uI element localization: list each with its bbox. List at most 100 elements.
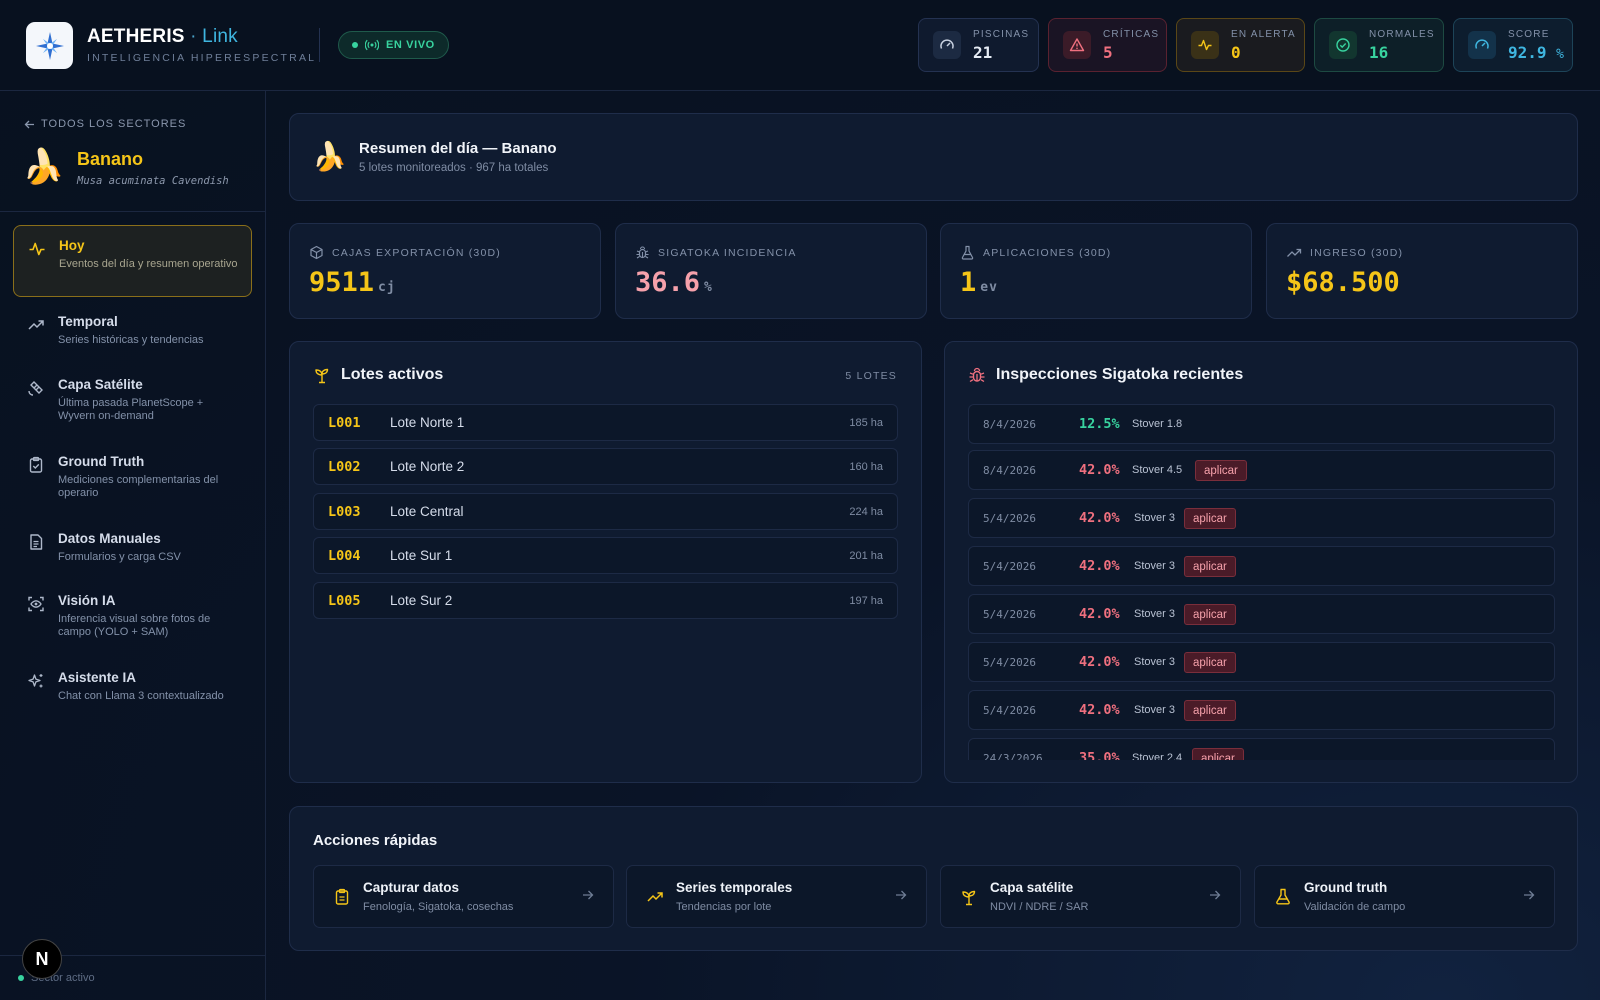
lot-row[interactable]: L005 Lote Sur 2 197 ha: [313, 582, 898, 619]
action-capturar-datos[interactable]: Capturar datos Fenología, Sigatoka, cose…: [313, 865, 614, 928]
lot-id: L005: [328, 593, 361, 609]
flask-icon: [961, 245, 974, 260]
nav-item-capa-satelite[interactable]: Capa Satélite Última pasada PlanetScope …: [13, 365, 252, 437]
activity-icon: [1191, 31, 1219, 59]
stat-value: 21: [973, 42, 993, 62]
lot-name: Lote Sur 2: [390, 593, 453, 608]
status-dot: [18, 975, 24, 981]
banana-icon: 🍌: [312, 141, 347, 172]
inspection-row[interactable]: 5/4/2026 42.0% Stover 3 aplicar: [968, 546, 1555, 586]
stat-piscinas[interactable]: PISCINAS 21: [918, 18, 1039, 72]
trend-up-icon: [1287, 248, 1302, 257]
inspection-stover: Stover 3: [1134, 608, 1175, 620]
kpi-value: $68.500: [1286, 267, 1400, 298]
inspection-row[interactable]: 5/4/2026 42.0% Stover 3 aplicar: [968, 498, 1555, 538]
stat-normales[interactable]: NORMALES 16: [1314, 18, 1444, 72]
lot-row[interactable]: L003 Lote Central 224 ha: [313, 493, 898, 530]
kpi-label: APLICACIONES (30D): [960, 245, 1111, 260]
inspection-row[interactable]: 5/4/2026 42.0% Stover 3 aplicar: [968, 642, 1555, 682]
apply-badge: aplicar: [1184, 508, 1236, 529]
nav-title: Hoy: [59, 238, 85, 253]
lot-area: 160 ha: [849, 461, 883, 473]
nav-title: Capa Satélite: [58, 377, 143, 392]
nav-item-hoy[interactable]: Hoy Eventos del día y resumen operativo: [13, 225, 252, 297]
nav-item-datos-manuales[interactable]: Datos Manuales Formularios y carga CSV: [13, 519, 252, 577]
day-summary-card: 🍌 Resumen del día — Banano 5 lotes monit…: [289, 113, 1578, 201]
inspection-date: 24/3/2026: [983, 752, 1043, 760]
live-dot: [352, 42, 358, 48]
sprout-icon: [962, 890, 976, 906]
lot-row[interactable]: L001 Lote Norte 1 185 ha: [313, 404, 898, 441]
arrow-right-icon: [1524, 890, 1535, 900]
inspection-date: 8/4/2026: [983, 464, 1036, 477]
dev-tools-badge[interactable]: N: [22, 939, 62, 979]
flask-icon: [1276, 888, 1290, 905]
lot-name: Lote Norte 2: [390, 459, 465, 474]
inspection-row[interactable]: 8/4/2026 42.0% Stover 4.5 aplicar: [968, 450, 1555, 490]
stat-score[interactable]: SCORE 92.9 %: [1453, 18, 1573, 72]
stat-en-alerta[interactable]: EN ALERTA 0: [1176, 18, 1305, 72]
trend-up-icon: [647, 892, 663, 902]
lots-count: 5 LOTES: [845, 370, 897, 382]
action-title: Ground truth: [1304, 880, 1388, 895]
inspection-row[interactable]: 8/4/2026 12.5% Stover 1.8: [968, 404, 1555, 444]
inspection-date: 5/4/2026: [983, 704, 1036, 717]
sector-scientific-name: Musa acuminata Cavendish: [77, 175, 229, 187]
lot-row[interactable]: L004 Lote Sur 1 201 ha: [313, 537, 898, 574]
action-series-temporales[interactable]: Series temporales Tendencias por lote: [626, 865, 927, 928]
action-capa-satelite[interactable]: Capa satélite NDVI / NDRE / SAR: [940, 865, 1241, 928]
nav-title: Datos Manuales: [58, 531, 161, 546]
summary-subtitle: 5 lotes monitoreados · 967 ha totales: [359, 162, 549, 174]
kpi-label: CAJAS EXPORTACIÓN (30D): [309, 245, 501, 260]
bug-icon: [969, 367, 985, 383]
stat-criticas[interactable]: CRÍTICAS 5: [1048, 18, 1167, 72]
lot-row[interactable]: L002 Lote Norte 2 160 ha: [313, 448, 898, 485]
bug-icon: [636, 246, 649, 259]
kpi-aplicaciones: APLICACIONES (30D) 1 ev: [940, 223, 1252, 319]
action-title: Capa satélite: [990, 880, 1074, 895]
inspection-row[interactable]: 5/4/2026 42.0% Stover 3 aplicar: [968, 690, 1555, 730]
panel-title: Lotes activos: [313, 366, 443, 384]
broadcast-icon: [365, 39, 379, 51]
inspection-percent: 42.0%: [1079, 606, 1120, 622]
arrow-left-icon: [24, 120, 34, 128]
action-ground-truth[interactable]: Ground truth Validación de campo: [1254, 865, 1555, 928]
nav-item-vision-ia[interactable]: Visión IA Inferencia visual sobre fotos …: [13, 581, 252, 653]
inspection-row[interactable]: 24/3/2026 35.0% Stover 2.4 aplicar: [968, 738, 1555, 760]
arrow-right-icon: [583, 890, 594, 900]
sprout-icon: [315, 368, 329, 384]
inspection-stover: Stover 3: [1134, 560, 1175, 572]
gauge-icon: [933, 31, 961, 59]
stat-label: NORMALES: [1369, 28, 1435, 40]
nav-item-temporal[interactable]: Temporal Series históricas y tendencias: [13, 302, 252, 360]
stat-label: CRÍTICAS: [1103, 28, 1160, 40]
action-subtitle: Validación de campo: [1304, 901, 1406, 913]
stat-label: SCORE: [1508, 28, 1550, 40]
lot-id: L004: [328, 548, 361, 564]
nav-item-ground-truth[interactable]: Ground Truth Mediciones complementarias …: [13, 442, 252, 514]
check-circle-icon: [1329, 31, 1357, 59]
apply-badge: aplicar: [1195, 460, 1247, 481]
aetheris-logo[interactable]: [26, 22, 73, 69]
inspections-list[interactable]: 8/4/2026 12.5% Stover 1.8 8/4/2026 42.0%…: [968, 404, 1555, 760]
lot-name: Lote Norte 1: [390, 415, 465, 430]
active-lots-panel: Lotes activos 5 LOTES L001 Lote Norte 1 …: [289, 341, 922, 783]
nav-title: Ground Truth: [58, 454, 145, 469]
clipboard-check-icon: [29, 456, 43, 473]
nav-subtitle: Formularios y carga CSV: [58, 551, 181, 563]
arrow-right-icon: [896, 890, 907, 900]
nav-item-asistente-ia[interactable]: Asistente IA Chat con Llama 3 contextual…: [13, 658, 252, 716]
inspection-stover: Stover 4.5: [1132, 464, 1183, 476]
scan-eye-icon: [28, 596, 44, 612]
inspection-date: 5/4/2026: [983, 512, 1036, 525]
back-to-sectors-link[interactable]: TODOS LOS SECTORES: [24, 118, 186, 130]
inspection-percent: 12.5%: [1079, 416, 1120, 432]
stat-value: 92.9 %: [1508, 42, 1564, 62]
lot-name: Lote Central: [390, 504, 464, 519]
inspection-date: 5/4/2026: [983, 656, 1036, 669]
inspection-row[interactable]: 5/4/2026 42.0% Stover 3 aplicar: [968, 594, 1555, 634]
kpi-value: 1 ev: [960, 267, 998, 298]
box-icon: [310, 245, 323, 260]
lot-area: 197 ha: [849, 595, 883, 607]
trend-up-icon: [28, 320, 44, 330]
